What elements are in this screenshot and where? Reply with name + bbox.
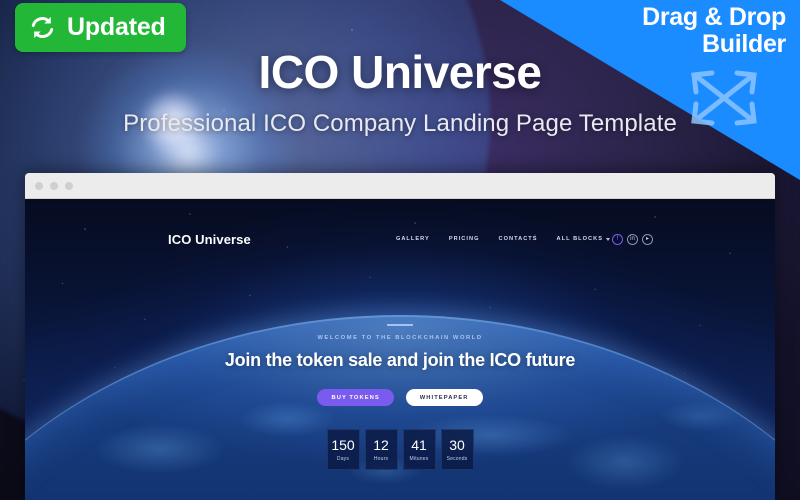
browser-title-bar xyxy=(25,173,775,199)
countdown-hours: 12 Hours xyxy=(364,429,398,470)
refresh-icon xyxy=(31,16,54,39)
countdown-seconds: 30 Seconds xyxy=(440,429,474,470)
updated-badge-label: Updated xyxy=(67,13,166,41)
buy-tokens-button[interactable]: BUY TOKENS xyxy=(317,389,394,406)
countdown-seconds-value: 30 xyxy=(449,436,465,453)
ribbon-line-2: Builder xyxy=(701,30,786,58)
whitepaper-button[interactable]: WHITEPAPER xyxy=(405,389,483,406)
countdown-minutes-value: 41 xyxy=(411,436,427,453)
ribbon-line-1: Drag & Drop xyxy=(642,3,786,31)
countdown-days-label: Days xyxy=(336,455,350,462)
hero-divider xyxy=(387,324,413,326)
countdown-minutes: 41 Mitunes xyxy=(402,429,436,470)
countdown-minutes-label: Mitunes xyxy=(409,455,429,462)
window-maximize-dot[interactable] xyxy=(65,181,73,190)
browser-viewport: ICO Universe GALLERY PRICING CONTACTS AL… xyxy=(25,199,775,500)
countdown-seconds-label: Seconds xyxy=(446,455,468,462)
window-minimize-dot[interactable] xyxy=(50,181,58,190)
hero-headline: Join the token sale and join the ICO fut… xyxy=(224,350,576,370)
ribbon-text: Drag & Drop Builder xyxy=(642,4,786,58)
browser-mockup: ICO Universe GALLERY PRICING CONTACTS AL… xyxy=(25,173,775,500)
window-close-dot[interactable] xyxy=(35,181,43,190)
updated-badge: Updated xyxy=(15,3,186,52)
countdown-days: 150 Days xyxy=(326,429,360,470)
page-subtitle: Professional ICO Company Landing Page Te… xyxy=(123,110,677,137)
site-hero-section: WELCOME TO THE BLOCKCHAIN WORLD Join the… xyxy=(25,199,775,500)
hero-cta-row: BUY TOKENS WHITEPAPER xyxy=(317,389,483,406)
hero-eyebrow: WELCOME TO THE BLOCKCHAIN WORLD xyxy=(317,335,483,341)
countdown-hours-label: Hours xyxy=(373,455,389,462)
countdown-days-value: 150 xyxy=(331,436,355,453)
countdown-hours-value: 12 xyxy=(373,436,389,453)
countdown-timer: 150 Days 12 Hours 41 Mitunes 30 Seconds xyxy=(326,429,474,470)
